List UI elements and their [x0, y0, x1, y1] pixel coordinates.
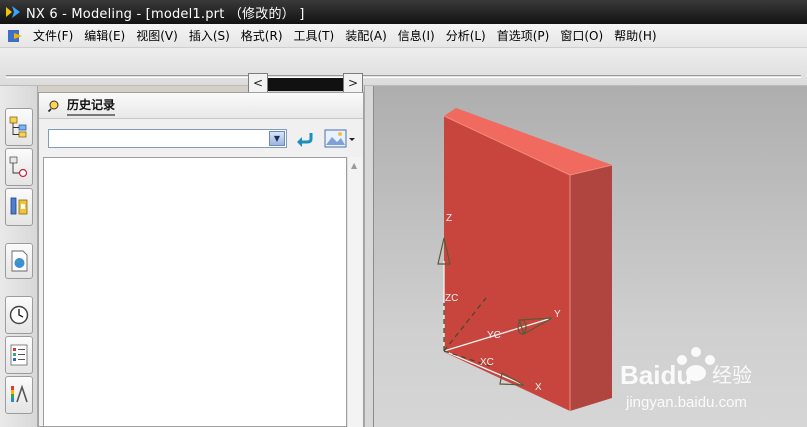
menu-file[interactable]: 文件(F) — [28, 25, 79, 46]
assembly-tree-icon — [9, 116, 27, 138]
clock-icon — [9, 305, 29, 325]
baidu-watermark: Baidu 经验 jingyan.baidu.com — [620, 347, 752, 411]
toolbar-scroll-right-button[interactable]: > — [343, 73, 363, 93]
menu-bar-icon[interactable] — [6, 27, 24, 45]
graphics-viewport[interactable]: Z ZC YC Y XC X Baidu 经验 jingyan.baidu.co… — [374, 86, 807, 427]
z-axis-label: Z — [446, 213, 452, 224]
constraint-tree-icon — [9, 156, 28, 178]
menu-help[interactable]: 帮助(H) — [609, 25, 662, 46]
panel-header: 历史记录 — [39, 93, 363, 119]
panel-title: 历史记录 — [67, 96, 116, 116]
watermark-url: jingyan.baidu.com — [625, 394, 747, 411]
history-list-scrollbar[interactable]: ▲ — [347, 157, 363, 427]
chevron-down-icon — [349, 138, 355, 141]
x-axis-label: X — [535, 382, 542, 393]
process-studio-tab[interactable] — [5, 376, 33, 414]
menu-bar: 文件(F) 编辑(E) 视图(V) 插入(S) 格式(R) 工具(T) 装配(A… — [0, 24, 807, 48]
menu-format[interactable]: 格式(R) — [236, 25, 289, 46]
block-side-face[interactable] — [570, 165, 612, 411]
part-navigator-tab[interactable] — [5, 188, 33, 226]
menu-window[interactable]: 窗口(O) — [555, 25, 609, 46]
picture-icon — [324, 129, 347, 148]
dropdown-arrow-icon[interactable]: ▼ — [269, 131, 285, 146]
y-axis-label: Y — [554, 309, 561, 320]
menu-preferences[interactable]: 首选项(P) — [492, 25, 556, 46]
window-title: NX 6 - Modeling - [model1.prt （修改的） ] — [26, 6, 305, 22]
title-bar: NX 6 - Modeling - [model1.prt （修改的） ] — [0, 0, 807, 24]
web-browser-tab[interactable] — [5, 243, 33, 279]
toolbar-scroll-left-button[interactable]: < — [248, 73, 268, 93]
menu-edit[interactable]: 编辑(E) — [79, 25, 131, 46]
assembly-navigator-tab[interactable] — [5, 108, 33, 146]
model-view-canvas: Z ZC YC Y XC X Baidu 经验 jingyan.baidu.co… — [437, 108, 752, 411]
nx-app-icon[interactable] — [4, 3, 22, 21]
part-navigator-icon — [10, 197, 28, 215]
toolbar-area — [0, 48, 807, 86]
spectrum-ruler-icon — [11, 384, 28, 403]
web-page-icon — [11, 250, 28, 272]
back-arrow-icon — [297, 133, 313, 147]
menu-view[interactable]: 视图(V) — [131, 25, 184, 46]
watermark-brand-cn: 经验 — [712, 363, 752, 387]
toolbar-groove — [6, 75, 801, 78]
system-materials-tab[interactable] — [5, 336, 33, 374]
menu-information[interactable]: 信息(I) — [393, 25, 441, 46]
menu-insert[interactable]: 插入(S) — [184, 25, 236, 46]
scroll-up-icon[interactable]: ▲ — [351, 161, 357, 170]
panel-splitter[interactable] — [364, 86, 374, 427]
zc-axis-label: ZC — [445, 293, 458, 304]
toolbar-slider[interactable] — [268, 78, 343, 91]
yc-axis-label: YC — [487, 330, 501, 341]
history-tab[interactable] — [5, 296, 33, 334]
xc-axis-label: XC — [480, 357, 494, 368]
history-navigator-panel: 历史记录 ▼ ▲ — [38, 92, 364, 427]
watermark-brand: Baidu — [620, 360, 692, 390]
menu-analysis[interactable]: 分析(L) — [441, 25, 492, 46]
pin-icon[interactable] — [47, 99, 61, 113]
back-button[interactable] — [294, 130, 316, 148]
constraint-navigator-tab[interactable] — [5, 148, 33, 186]
history-list[interactable] — [43, 157, 347, 427]
menu-assembly[interactable]: 装配(A) — [340, 25, 393, 46]
list-icon — [10, 344, 28, 366]
menu-tools[interactable]: 工具(T) — [289, 25, 341, 46]
resource-bar — [0, 86, 38, 427]
palette-dropdown-button[interactable] — [324, 128, 358, 150]
history-filter-combobox[interactable]: ▼ — [48, 129, 287, 148]
